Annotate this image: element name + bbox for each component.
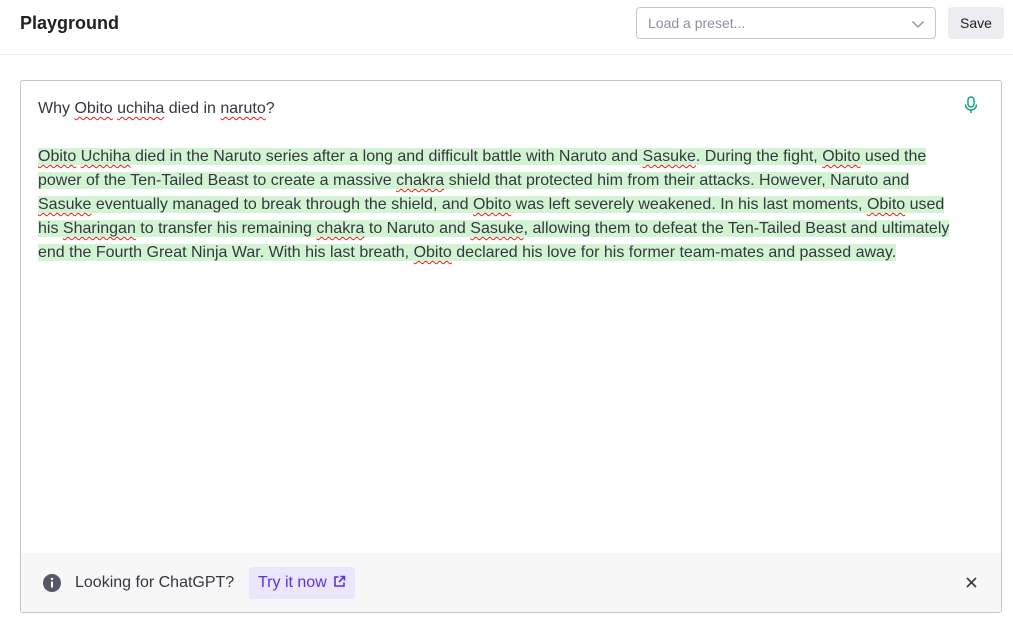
close-icon[interactable] <box>966 577 977 588</box>
prompt-text: Why Obito uchiha died in naruto? <box>38 97 950 121</box>
preset-placeholder: Load a preset... <box>648 15 746 31</box>
misspelled-word: Obito <box>74 100 113 117</box>
try-it-now-label: Try it now <box>258 574 327 591</box>
prompt-word: died in <box>164 100 221 117</box>
editor-text[interactable]: Why Obito uchiha died in naruto? Obito U… <box>38 97 950 265</box>
completion-segment: declared his love for his former team-ma… <box>451 244 897 261</box>
completion-segment: was left severely weakened. In his last … <box>511 196 867 213</box>
try-it-now-link[interactable]: Try it now <box>249 567 355 599</box>
misspelled-word: uchiha <box>117 100 165 117</box>
completion-text: Obito Uchiha died in the Naruto series a… <box>38 145 950 265</box>
external-link-icon <box>333 575 346 587</box>
completion-segment: to Naruto and <box>364 220 471 237</box>
save-button[interactable]: Save <box>948 7 1004 39</box>
misspelled-word: Sasuke <box>642 148 696 165</box>
info-icon <box>43 574 61 592</box>
top-bar: Playground Load a preset... Save <box>0 0 1013 55</box>
misspelled-word: Obito <box>413 244 452 261</box>
prompt-editor[interactable]: Why Obito uchiha died in naruto? Obito U… <box>20 80 1002 613</box>
completion-segment: to transfer his remaining <box>135 220 317 237</box>
misspelled-word: Obito <box>822 148 861 165</box>
chevron-down-icon <box>912 21 924 28</box>
prompt-word: ? <box>265 100 275 117</box>
misspelled-word: chakra <box>316 220 365 237</box>
misspelled-word: naruto <box>220 100 266 117</box>
misspelled-word: Obito <box>472 196 512 213</box>
misspelled-word: Sasuke <box>470 220 524 237</box>
completion-segment: died in the Naruto series after a long a… <box>130 148 643 165</box>
page-title: Playground <box>20 13 120 33</box>
notice-text: Looking for ChatGPT? <box>75 574 235 591</box>
completion-segment: shield that protected him from their att… <box>444 172 910 189</box>
preset-select[interactable]: Load a preset... <box>636 7 936 39</box>
misspelled-word: Obito <box>38 148 77 165</box>
microphone-icon[interactable] <box>963 96 979 114</box>
misspelled-word: Sharingan <box>62 220 136 237</box>
completion-segment: . During the fight, <box>695 148 823 165</box>
completion-highlight: Obito Uchiha died in the Naruto series a… <box>38 148 950 261</box>
misspelled-word: Obito <box>866 196 906 213</box>
misspelled-word: Uchiha <box>80 148 131 165</box>
misspelled-word: Sasuke <box>38 196 92 213</box>
prompt-word: Why <box>38 100 75 117</box>
completion-segment: eventually managed to break through the … <box>91 196 473 213</box>
misspelled-word: chakra <box>396 172 445 189</box>
chatgpt-notice: Looking for ChatGPT? Try it now <box>21 553 1001 612</box>
